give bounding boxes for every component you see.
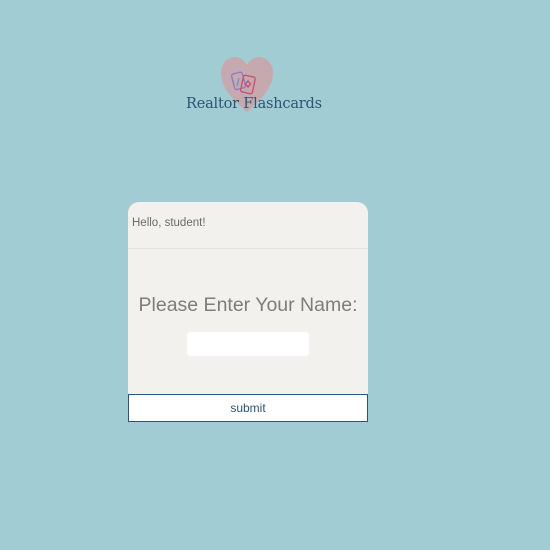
name-input[interactable]	[187, 332, 309, 356]
page: Realtor Flashcards Hello, student! Pleas…	[0, 0, 550, 550]
brand-name: Realtor Flashcards	[186, 96, 322, 112]
greeting-text: Hello, student!	[132, 217, 206, 229]
submit-button[interactable]: submit	[128, 394, 368, 422]
name-prompt-heading: Please Enter Your Name:	[138, 294, 358, 316]
name-entry-card: Hello, student! Please Enter Your Name:	[128, 202, 368, 394]
brand-logo: Realtor Flashcards	[186, 56, 322, 120]
card-divider	[128, 248, 368, 249]
